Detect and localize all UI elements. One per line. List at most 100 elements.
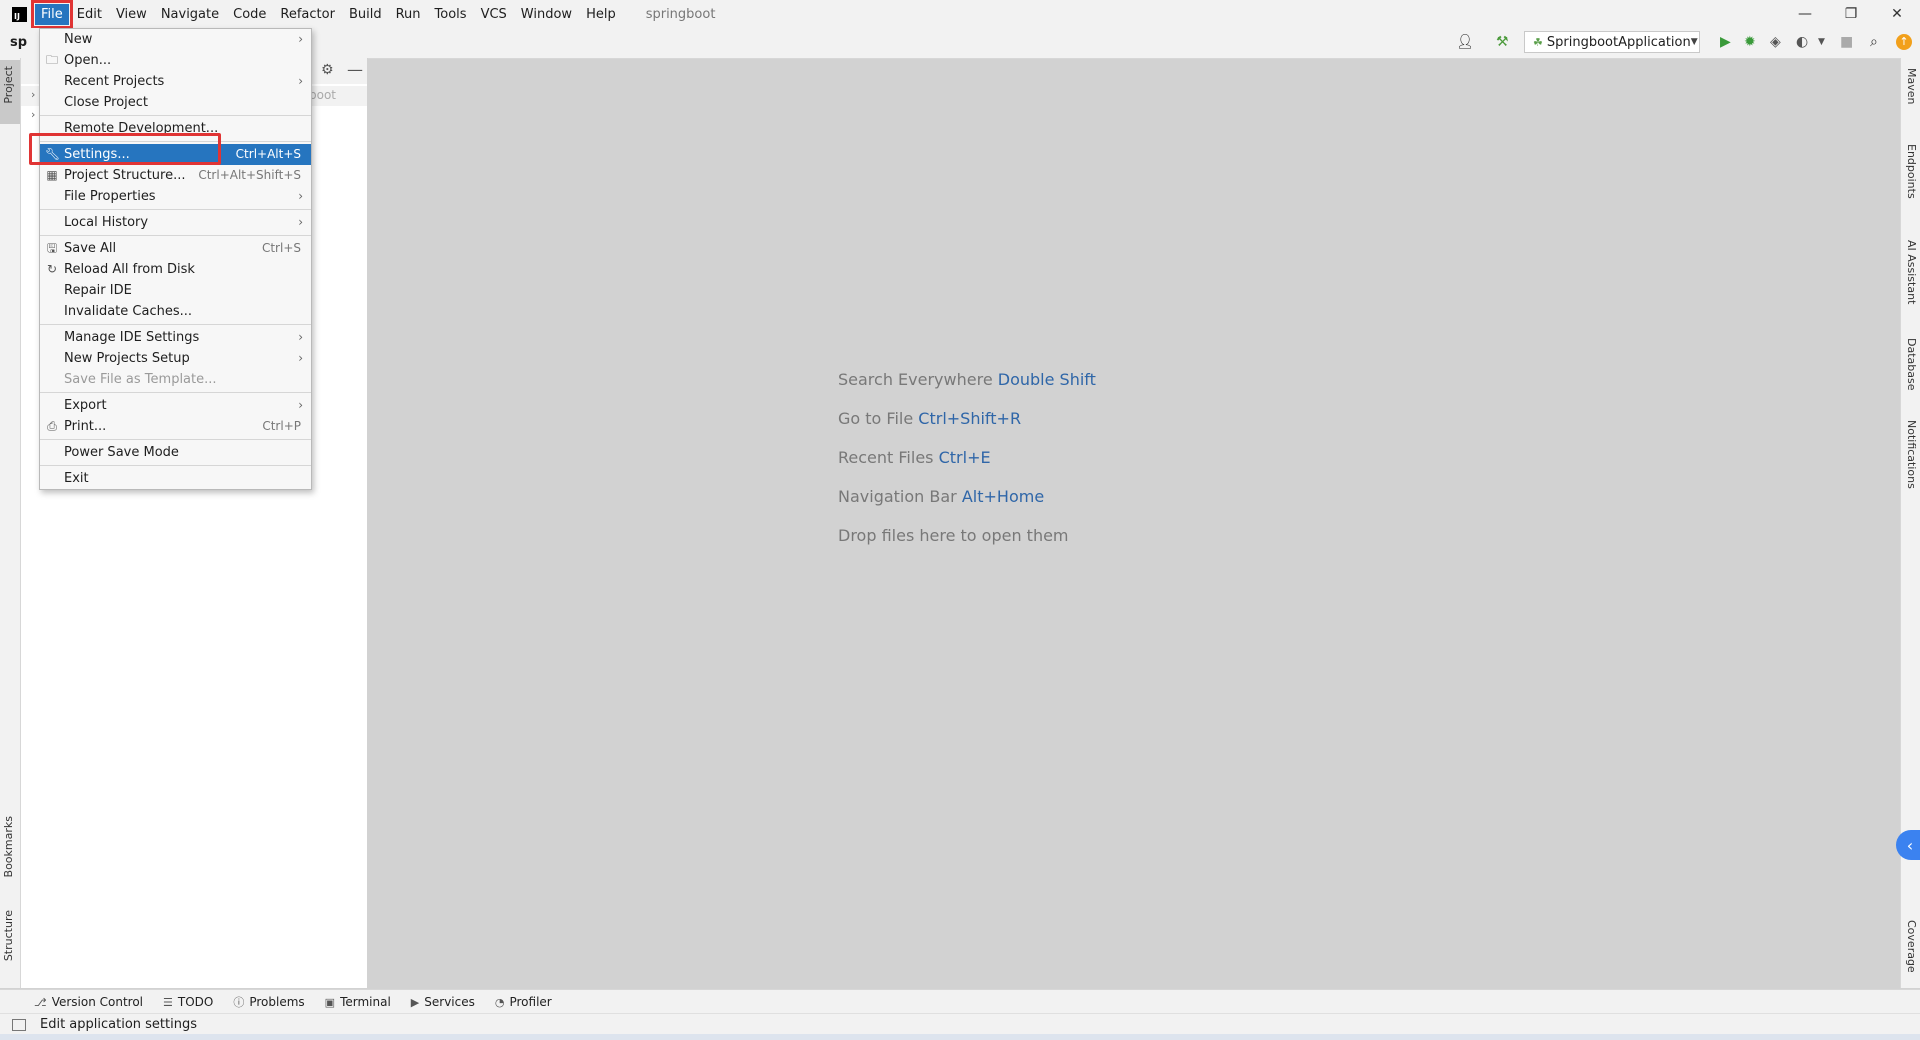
gear-icon[interactable]: ⚙ — [321, 62, 334, 78]
chevron-down-icon: ▼ — [1690, 37, 1698, 47]
menu-separator — [40, 439, 311, 440]
folder-icon: 🗀︎ — [45, 53, 58, 67]
menu-item-label: Recent Projects — [64, 74, 165, 89]
tool-tab-ai-assistant[interactable]: AI Assistant — [1905, 240, 1918, 304]
status-toggle-icon[interactable] — [12, 1018, 26, 1031]
search-icon[interactable]: ⌕ — [1870, 34, 1878, 50]
menu-help[interactable]: Help — [580, 4, 622, 25]
file-menu-open[interactable]: 🗀︎ Open... — [40, 50, 311, 71]
stop-icon[interactable]: ■ — [1840, 34, 1853, 50]
hint-drop-files: Drop files here to open them — [838, 524, 1096, 563]
editor-empty-hints: Search Everywhere Double Shift Go to Fil… — [838, 368, 1096, 563]
tab-services[interactable]: ▶ Services — [411, 995, 475, 1009]
menu-edit[interactable]: Edit — [71, 4, 108, 25]
menu-item-label: Print... — [64, 419, 107, 434]
tab-problems[interactable]: ⓘ Problems — [233, 994, 304, 1010]
profile-icon[interactable]: ◐ — [1796, 34, 1808, 50]
intellij-logo-icon: IJ — [12, 6, 27, 22]
debug-icon[interactable]: ✹ — [1744, 34, 1756, 50]
tab-terminal-label: Terminal — [340, 995, 391, 1009]
tab-todo-label: TODO — [177, 995, 214, 1009]
file-menu-recent-projects[interactable]: Recent Projects › — [40, 71, 311, 92]
menu-file[interactable]: File — [31, 0, 73, 29]
menu-item-label: New — [64, 32, 93, 47]
menu-tools[interactable]: Tools — [429, 4, 473, 25]
file-menu-exit[interactable]: Exit — [40, 468, 311, 489]
window-controls: — ❐ ✕ — [1782, 0, 1920, 28]
reload-icon: ↻ — [46, 262, 58, 276]
menu-build[interactable]: Build — [343, 4, 388, 25]
menu-run[interactable]: Run — [390, 4, 427, 25]
status-bar: Edit application settings — [0, 1013, 1920, 1035]
menu-item-label: Power Save Mode — [64, 445, 179, 460]
menu-item-shortcut: Ctrl+P — [262, 419, 301, 433]
tab-profiler[interactable]: ◔ Profiler — [495, 995, 552, 1009]
build-hammer-icon[interactable]: ⚒ — [1496, 34, 1509, 50]
menu-code[interactable]: Code — [227, 4, 272, 25]
menu-view[interactable]: View — [110, 4, 153, 25]
file-menu-settings[interactable]: 🔧︎ Settings... Ctrl+Alt+S — [40, 144, 311, 165]
menu-navigate[interactable]: Navigate — [155, 4, 225, 25]
tool-tab-structure[interactable]: Structure — [2, 910, 15, 961]
tool-tab-coverage[interactable]: Coverage — [1905, 920, 1918, 973]
breadcrumb[interactable]: sp — [10, 35, 27, 50]
tab-terminal[interactable]: ▣ Terminal — [325, 995, 391, 1009]
tool-tab-project[interactable]: Project — [2, 66, 15, 104]
file-menu-print[interactable]: ⎙ Print... Ctrl+P — [40, 416, 311, 437]
menu-item-label: Settings... — [64, 147, 130, 162]
hint-go-to-file: Go to File Ctrl+Shift+R — [838, 407, 1096, 446]
file-menu-close-project[interactable]: Close Project — [40, 92, 311, 113]
file-menu-new-projects-setup[interactable]: New Projects Setup › — [40, 348, 311, 369]
menu-item-label: Manage IDE Settings — [64, 330, 200, 345]
tool-tab-bookmarks-label: Bookmarks — [2, 816, 15, 878]
file-menu-local-history[interactable]: Local History › — [40, 212, 311, 233]
file-menu-project-structure[interactable]: ▦ Project Structure... Ctrl+Alt+Shift+S — [40, 165, 311, 186]
hint-text: Recent Files — [838, 448, 934, 467]
menu-window[interactable]: Window — [515, 4, 578, 25]
terminal-icon: ▣ — [324, 995, 336, 1009]
file-menu-invalidate-caches[interactable]: Invalidate Caches... — [40, 301, 311, 322]
tool-tab-endpoints[interactable]: Endpoints — [1905, 144, 1918, 199]
file-menu-remote-development[interactable]: Remote Development... — [40, 118, 311, 139]
menu-separator — [40, 324, 311, 325]
chevron-left-icon[interactable]: ‹ — [1896, 830, 1920, 860]
file-menu-file-properties[interactable]: File Properties › — [40, 186, 311, 207]
file-menu-save-all[interactable]: 🖫︎ Save All Ctrl+S — [40, 238, 311, 259]
file-menu-power-save-mode[interactable]: Power Save Mode — [40, 442, 311, 463]
tool-tab-database[interactable]: Database — [1905, 338, 1918, 391]
tab-problems-label: Problems — [249, 995, 305, 1009]
file-menu-repair-ide[interactable]: Repair IDE — [40, 280, 311, 301]
run-with-coverage-icon[interactable]: ◈ — [1770, 34, 1781, 50]
file-menu-export[interactable]: Export › — [40, 395, 311, 416]
tool-tab-maven[interactable]: Maven — [1905, 68, 1918, 104]
file-menu-reload-all[interactable]: ↻ Reload All from Disk — [40, 259, 311, 280]
tab-version-control[interactable]: ⎇ Version Control — [34, 995, 143, 1009]
menu-vcs[interactable]: VCS — [475, 4, 513, 25]
menu-item-shortcut: Ctrl+Alt+S — [235, 147, 301, 161]
project-root-label: boot — [309, 88, 337, 102]
tab-todo[interactable]: ☰ TODO — [163, 995, 213, 1009]
tool-tab-bookmarks[interactable]: Bookmarks — [2, 816, 15, 877]
run-configuration-select[interactable]: ☘ SpringbootApplication ▼ — [1524, 31, 1700, 53]
tool-tab-ai-assistant-label: AI Assistant — [1905, 240, 1918, 305]
tool-tab-notifications[interactable]: Notifications — [1905, 420, 1918, 489]
close-icon[interactable]: ✕ — [1874, 0, 1920, 28]
hide-panel-icon[interactable]: — — [347, 60, 363, 79]
tree-expand-icon[interactable]: › — [31, 108, 35, 121]
spring-leaf-icon: ☘ — [1533, 35, 1543, 49]
tool-tab-notifications-label: Notifications — [1905, 420, 1918, 489]
menu-item-label: Open... — [64, 53, 112, 68]
problems-icon: ⓘ — [233, 996, 245, 1009]
minimize-icon[interactable]: — — [1782, 0, 1828, 28]
user-icon[interactable]: 👤︎ — [1456, 34, 1474, 50]
branch-icon: ⎇ — [34, 995, 47, 1009]
more-run-options-icon[interactable]: ▼ — [1818, 34, 1825, 50]
menu-refactor[interactable]: Refactor — [274, 4, 341, 25]
tree-expand-icon[interactable]: › — [31, 88, 35, 101]
file-menu-manage-ide-settings[interactable]: Manage IDE Settings › — [40, 327, 311, 348]
restore-icon[interactable]: ❐ — [1828, 0, 1874, 28]
menu-item-label: Project Structure... — [64, 168, 186, 183]
run-icon[interactable]: ▶ — [1720, 34, 1731, 50]
file-menu-new[interactable]: New › — [40, 29, 311, 50]
update-icon[interactable]: ↑ — [1896, 34, 1912, 50]
